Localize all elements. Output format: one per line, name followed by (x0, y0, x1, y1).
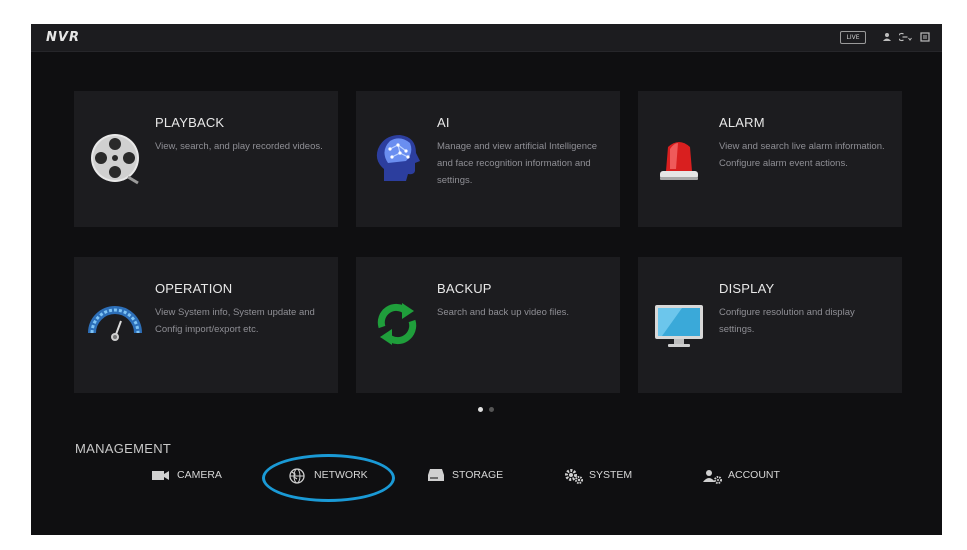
management-label: CAMERA (177, 469, 222, 481)
refresh-arrows-icon (377, 303, 417, 345)
page-dot[interactable] (489, 407, 494, 412)
tile-title: AI (437, 115, 450, 130)
tile-description: Manage and view artificial Intelligence … (437, 141, 598, 186)
live-button[interactable]: LIVE (840, 31, 866, 44)
gears-icon (565, 469, 583, 484)
account-icon (703, 470, 722, 484)
monitor-icon (655, 305, 703, 347)
management-system[interactable]: SYSTEM (564, 467, 654, 485)
menu-icon[interactable] (920, 32, 930, 42)
ai-head-icon (376, 135, 420, 181)
logo: NVR (46, 30, 80, 45)
top-bar: NVR LIVE (31, 24, 942, 52)
storage-icon (428, 469, 444, 481)
tile-description: View, search, and play recorded videos. (155, 141, 323, 152)
management-title: MANAGEMENT (75, 441, 172, 456)
highlight-ring (262, 454, 395, 502)
management-label: ACCOUNT (728, 469, 780, 481)
tile-description: View and search live alarm information. … (719, 141, 885, 169)
tile-display[interactable]: DISPLAY Configure resolution and display… (638, 257, 902, 393)
camera-icon (152, 471, 169, 480)
tile-backup[interactable]: BACKUP Search and back up video files. (356, 257, 620, 393)
tile-operation[interactable]: OPERATION View System info, System updat… (74, 257, 338, 393)
tile-playback[interactable]: PLAYBACK View, search, and play recorded… (74, 91, 338, 227)
gauge-icon (88, 306, 142, 341)
page-dot-active[interactable] (478, 407, 483, 412)
tile-title: DISPLAY (719, 281, 775, 296)
tile-description: Search and back up video files. (437, 307, 570, 318)
tile-alarm[interactable]: ALARM View and search live alarm informa… (638, 91, 902, 227)
tile-description: View System info, System update and Conf… (155, 307, 315, 335)
tile-title: ALARM (719, 115, 765, 130)
management-label: STORAGE (452, 469, 504, 481)
management-storage[interactable]: STORAGE (427, 467, 517, 485)
tile-title: PLAYBACK (155, 115, 225, 130)
logout-icon[interactable] (899, 32, 912, 42)
alarm-siren-icon (660, 142, 698, 180)
film-reel-icon (91, 134, 139, 185)
management-account[interactable]: ACCOUNT (703, 467, 793, 485)
tile-title: BACKUP (437, 281, 492, 296)
management-camera[interactable]: CAMERA (152, 467, 232, 485)
tile-description: Configure resolution and display setting… (719, 307, 855, 335)
user-icon[interactable] (882, 32, 892, 42)
nvr-screen: NVR LIVE PLAYBACK View, search, and play… (31, 24, 942, 535)
management-label: SYSTEM (589, 469, 633, 481)
tile-ai[interactable]: AI Manage and view artificial Intelligen… (356, 91, 620, 227)
tile-title: OPERATION (155, 281, 233, 296)
